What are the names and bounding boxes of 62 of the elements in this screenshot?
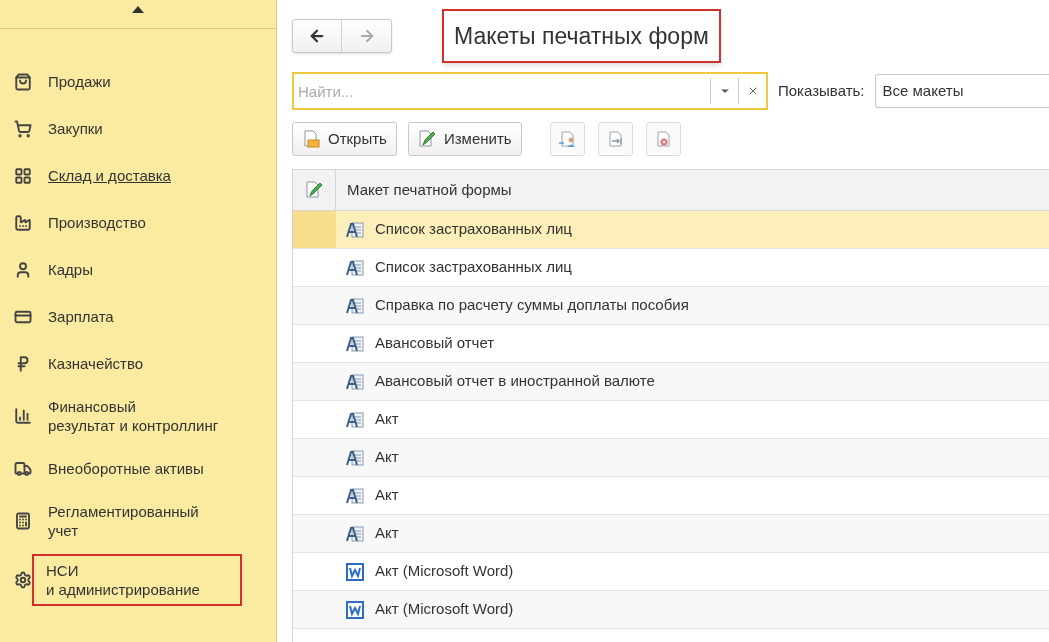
sidebar-item[interactable]: Казначейство	[48, 354, 144, 373]
grid-icon	[14, 166, 32, 185]
spreadsheet-document-icon	[346, 334, 364, 353]
table-row[interactable]: Авансовый отчет в иностранной валюте	[293, 363, 1049, 401]
spreadsheet-document-icon	[346, 486, 364, 505]
table-row[interactable]: Акт	[293, 515, 1049, 553]
spreadsheet-document-icon	[346, 296, 364, 315]
sidebar-item[interactable]: Зарплата	[48, 307, 114, 326]
page-title: Макеты печатных форм	[442, 8, 721, 64]
factory-icon	[14, 213, 32, 232]
sidebar-item[interactable]: Регламентированный учет	[48, 502, 199, 540]
sidebar-item[interactable]: Закупки	[48, 119, 103, 138]
table-row[interactable]: Список застрахованных лиц	[293, 211, 1049, 249]
sidebar-item[interactable]: Производство	[48, 213, 146, 232]
document-delete-icon	[654, 130, 673, 148]
settings-icon	[14, 571, 32, 589]
calculator-icon	[14, 512, 32, 530]
template-name: Акт	[375, 447, 399, 468]
table-row[interactable]: Акт	[293, 439, 1049, 477]
toolbar-icon-button[interactable]	[645, 122, 681, 156]
table-row[interactable]: Акт (Microsoft Word)	[293, 591, 1049, 629]
template-name: Список застрахованных лиц	[375, 219, 572, 240]
spreadsheet-document-icon	[346, 410, 364, 429]
truck-icon	[14, 459, 32, 478]
spreadsheet-document-icon	[346, 220, 364, 239]
sidebar-item[interactable]: Продажи	[48, 72, 111, 91]
scroll-up-icon[interactable]	[132, 6, 144, 13]
template-name: Акт (Microsoft Word)	[375, 599, 514, 620]
bar-chart-icon	[14, 407, 32, 425]
template-name: Акт (Microsoft Word)	[375, 561, 514, 582]
sidebar-item[interactable]: Внеоборотные активы	[48, 459, 204, 478]
bag-icon	[14, 72, 32, 91]
spreadsheet-document-icon	[346, 524, 364, 543]
template-name: Авансовый отчет в иностранной валюте	[375, 371, 655, 392]
word-document-icon	[346, 600, 364, 619]
spreadsheet-document-icon	[346, 448, 364, 467]
document-person-icon	[558, 130, 577, 148]
filter-label: Показывать:	[778, 80, 865, 101]
user-icon	[14, 260, 32, 279]
document-pencil-icon	[417, 130, 436, 148]
template-name: Справка по расчету суммы доплаты пособия	[375, 295, 689, 316]
word-document-icon	[346, 562, 364, 581]
sidebar-item[interactable]: Кадры	[48, 260, 93, 279]
filter-select[interactable]: Все макеты	[874, 74, 1049, 108]
toolbar-button[interactable]: Изменить	[407, 122, 522, 156]
sidebar-item[interactable]: НСИ и администрирование	[32, 554, 242, 606]
search-field[interactable]: Найти...	[292, 72, 768, 110]
spreadsheet-document-icon	[346, 372, 364, 391]
table-row[interactable]: Справка по расчету суммы доплаты пособия	[293, 287, 1049, 325]
template-name: Авансовый отчет	[375, 333, 495, 354]
template-name: Акт	[375, 523, 399, 544]
toolbar-button[interactable]: Открыть	[292, 122, 397, 156]
template-name: Акт	[375, 409, 399, 430]
document-pencil-icon	[305, 181, 323, 199]
sidebar-item[interactable]: Финансовый результат и контроллинг	[48, 397, 219, 435]
template-name: Список застрахованных лиц	[375, 257, 572, 278]
spreadsheet-document-icon	[346, 258, 364, 277]
sidebar-item[interactable]: Склад и доставка	[48, 166, 171, 185]
document-folder-icon	[302, 130, 320, 148]
template-name: Акт	[375, 485, 399, 506]
cart-icon	[14, 119, 32, 138]
document-arrow-icon	[606, 130, 625, 148]
